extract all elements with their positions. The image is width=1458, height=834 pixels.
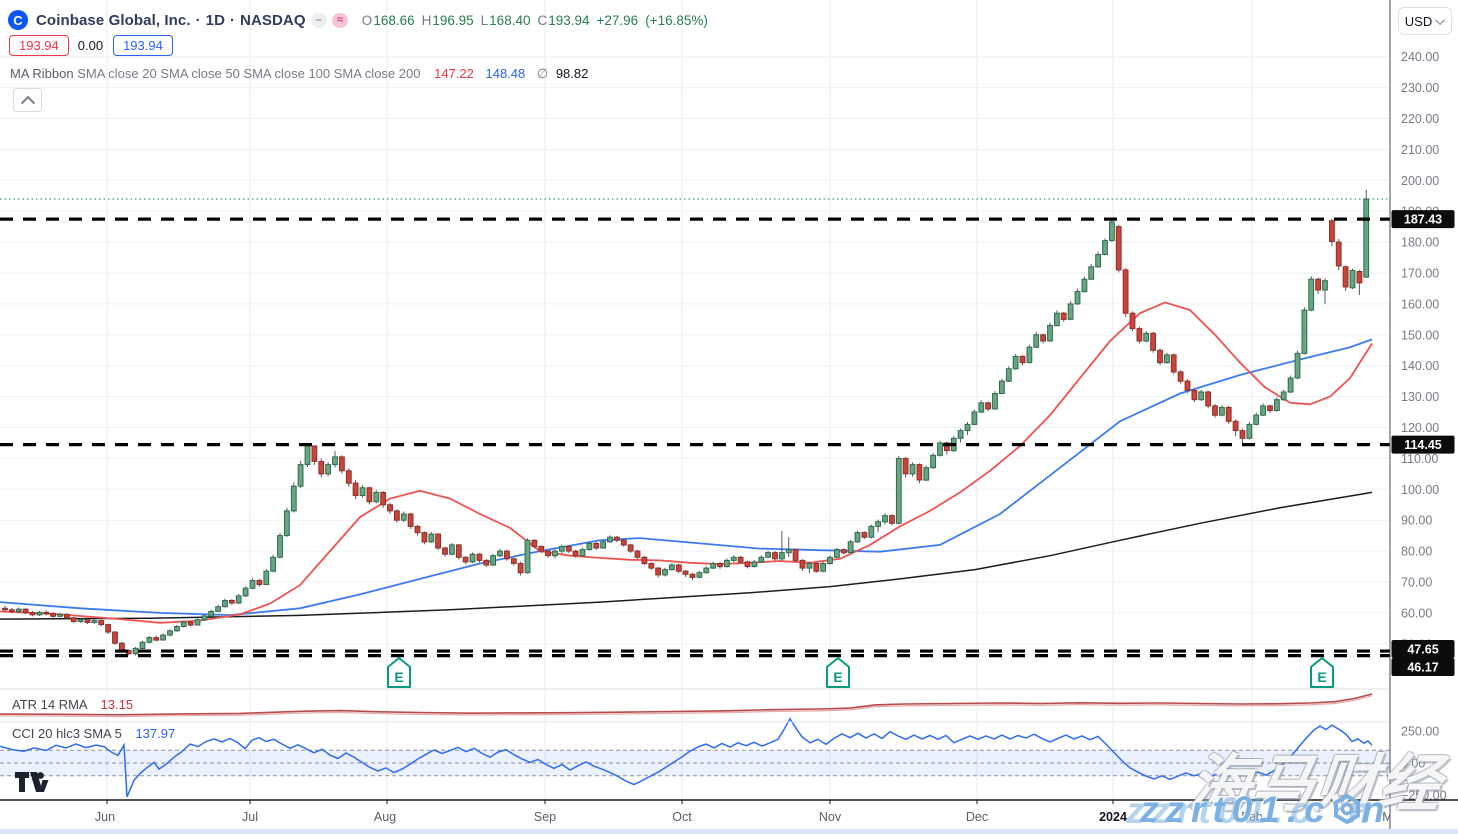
ohlc-readout: O168.66 H196.95 L168.40 C193.94 +27.96 (+16.8… xyxy=(362,13,715,28)
separator-dot: · xyxy=(230,12,235,29)
price-level-chip: 187.43 xyxy=(1392,210,1455,228)
svg-text:E: E xyxy=(833,669,842,685)
earnings-icon: E xyxy=(1311,658,1333,687)
svg-text:200.00: 200.00 xyxy=(1401,174,1439,188)
svg-text:80.00: 80.00 xyxy=(1401,545,1432,559)
svg-text:E: E xyxy=(1317,669,1326,685)
svg-text:120.00: 120.00 xyxy=(1401,421,1439,435)
svg-text:170.00: 170.00 xyxy=(1401,267,1439,281)
cci-pane-legend[interactable]: CCI 20 hlc3 SMA 5 137.97 xyxy=(12,726,175,741)
bid-ask-row: 193.94 0.00 193.94 xyxy=(9,35,173,56)
high-value: 196.95 xyxy=(432,13,473,28)
svg-text:60.00: 60.00 xyxy=(1401,606,1432,620)
indicator-value-sma20: 147.22 xyxy=(434,66,474,81)
indicator-params: SMA close 20 SMA close 50 SMA close 100 … xyxy=(77,66,420,81)
svg-text:Nov: Nov xyxy=(819,810,842,824)
atr-pane-legend[interactable]: ATR 14 RMA 13.15 xyxy=(12,697,133,712)
change-percent: (+16.85%) xyxy=(645,13,708,28)
svg-text:90.00: 90.00 xyxy=(1401,514,1432,528)
change-value: +27.96 xyxy=(597,13,639,28)
chevron-up-icon xyxy=(20,96,34,110)
svg-text:100.00: 100.00 xyxy=(1401,483,1439,497)
svg-text:180.00: 180.00 xyxy=(1401,236,1439,250)
svg-text:Jul: Jul xyxy=(242,810,258,824)
pane-separators[interactable] xyxy=(0,0,1458,834)
spread-value: 0.00 xyxy=(78,38,103,53)
ma-ribbon-legend[interactable]: MA Ribbon SMA close 20 SMA close 50 SMA … xyxy=(10,66,588,82)
svg-text:Oct: Oct xyxy=(672,810,692,824)
tradingview-logo[interactable] xyxy=(14,770,50,799)
separator-dot: · xyxy=(196,12,201,29)
low-label: L xyxy=(481,13,489,28)
price-level-lines[interactable] xyxy=(0,219,1390,655)
svg-text:2024: 2024 xyxy=(1099,810,1127,824)
collapse-legend-button[interactable] xyxy=(13,88,42,112)
chevron-down-icon xyxy=(1435,15,1445,25)
svg-text:114.45: 114.45 xyxy=(1404,438,1442,452)
atr-value: 13.15 xyxy=(101,697,134,712)
svg-text:70.00: 70.00 xyxy=(1401,576,1432,590)
svg-text:Dec: Dec xyxy=(966,810,988,824)
currency-select[interactable]: USD xyxy=(1398,7,1452,35)
svg-text:130.00: 130.00 xyxy=(1401,390,1439,404)
svg-text:Sep: Sep xyxy=(534,810,556,824)
indicator-name[interactable]: MA Ribbon xyxy=(10,66,74,81)
svg-text:110.00: 110.00 xyxy=(1401,452,1438,466)
indicator-value-avg: 98.82 xyxy=(556,66,589,81)
svg-text:187.43: 187.43 xyxy=(1404,213,1442,227)
svg-text:150.00: 150.00 xyxy=(1401,328,1439,342)
watermark-domain: zzrt01.c n xyxy=(1140,789,1391,833)
close-label: C xyxy=(537,13,547,28)
cci-label[interactable]: CCI 20 hlc3 SMA 5 xyxy=(12,726,122,741)
price-level-chip: 46.17 xyxy=(1392,658,1455,676)
watermark-domain-left: zzrt01.c xyxy=(1140,789,1332,830)
open-value: 168.66 xyxy=(373,13,414,28)
svg-text:140.00: 140.00 xyxy=(1401,359,1439,373)
average-sign: ∅ xyxy=(537,66,548,81)
earnings-badges[interactable]: EEE xyxy=(388,658,1333,687)
sell-price-button[interactable]: 193.94 xyxy=(9,35,69,56)
tradingview-chart-window: EEEJunJulAugSepOctNovDec2024FebMar240.00… xyxy=(0,0,1458,834)
currency-label: USD xyxy=(1405,14,1432,29)
earnings-icon: E xyxy=(388,658,410,687)
chart-canvas[interactable]: EEEJunJulAugSepOctNovDec2024FebMar240.00… xyxy=(0,0,1458,834)
atr-line[interactable] xyxy=(0,694,1372,717)
buy-price-button[interactable]: 193.94 xyxy=(113,35,173,56)
atr-label[interactable]: ATR 14 RMA xyxy=(12,697,87,712)
svg-text:240.00: 240.00 xyxy=(1401,50,1439,64)
open-label: O xyxy=(362,13,373,28)
svg-text:Aug: Aug xyxy=(374,810,396,824)
price-axis[interactable]: 240.00230.00220.00210.00200.00190.00180.… xyxy=(1390,0,1458,834)
sma200-line[interactable] xyxy=(0,492,1372,619)
coinbase-logo-icon: C xyxy=(8,10,28,30)
svg-text:E: E xyxy=(394,669,403,685)
svg-text:160.00: 160.00 xyxy=(1401,297,1439,311)
grid-layer xyxy=(0,0,1390,800)
exchange-label[interactable]: NASDAQ xyxy=(240,12,306,29)
watermark-domain-right: n xyxy=(1362,789,1392,830)
approx-data-pill-icon[interactable]: ≈ xyxy=(332,13,348,28)
price-level-chip: 47.65 xyxy=(1392,640,1455,658)
symbol-header: C Coinbase Global, Inc. · 1D · NASDAQ – … xyxy=(8,8,715,32)
cci-band xyxy=(0,750,1390,776)
gear-icon xyxy=(1332,791,1362,833)
indicator-value-sma50: 148.48 xyxy=(485,66,525,81)
close-value: 193.94 xyxy=(548,13,589,28)
symbol-name[interactable]: Coinbase Global, Inc. xyxy=(36,12,191,29)
cci-value: 137.97 xyxy=(135,726,175,741)
svg-text:Jun: Jun xyxy=(95,810,115,824)
high-label: H xyxy=(422,13,432,28)
svg-text:46.17: 46.17 xyxy=(1407,661,1438,675)
svg-text:230.00: 230.00 xyxy=(1401,81,1439,95)
price-level-chip: 114.45 xyxy=(1392,436,1455,454)
interval-label[interactable]: 1D xyxy=(206,12,225,29)
hidden-indicator-pill-icon[interactable]: – xyxy=(311,13,327,28)
svg-text:210.00: 210.00 xyxy=(1401,143,1439,157)
low-value: 168.40 xyxy=(489,13,530,28)
svg-text:47.65: 47.65 xyxy=(1407,643,1438,657)
svg-text:220.00: 220.00 xyxy=(1401,112,1439,126)
candles-layer[interactable] xyxy=(3,190,1369,656)
